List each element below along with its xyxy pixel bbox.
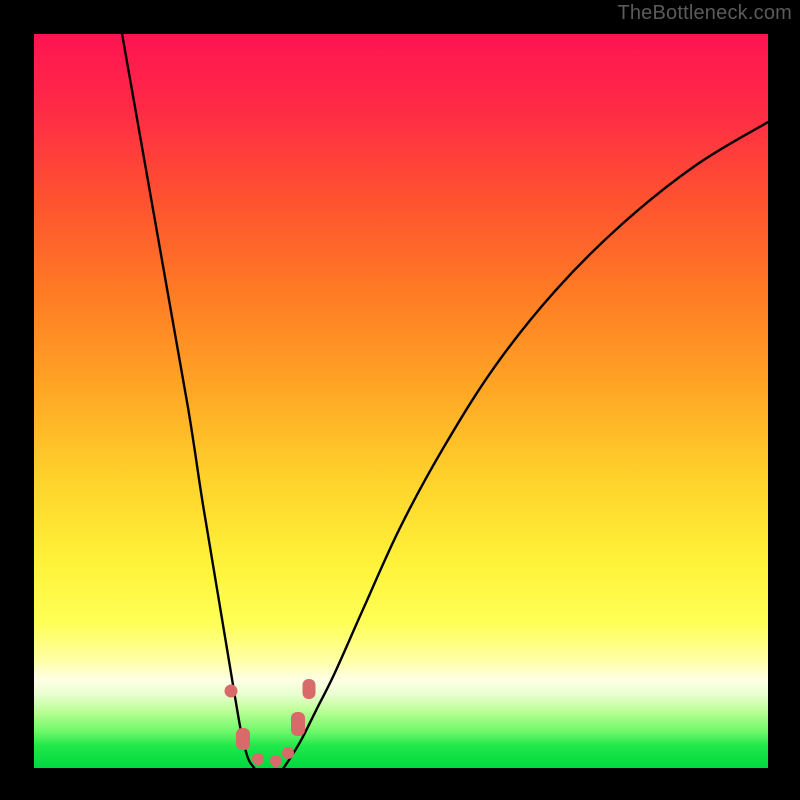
series-left-branch (122, 34, 254, 768)
plot-area (34, 34, 768, 768)
marker-right-upper (302, 679, 315, 699)
marker-left-lower (236, 728, 250, 750)
marker-left-upper (224, 684, 237, 697)
marker-valley-a (252, 753, 264, 765)
watermark-text: TheBottleneck.com (617, 2, 792, 25)
chart-stage: TheBottleneck.com (0, 0, 800, 800)
marker-right-lower (282, 747, 294, 759)
series-right-branch (284, 122, 768, 768)
marker-right-mid (291, 712, 305, 736)
marker-valley-b (270, 755, 282, 767)
curve-layer (34, 34, 768, 768)
